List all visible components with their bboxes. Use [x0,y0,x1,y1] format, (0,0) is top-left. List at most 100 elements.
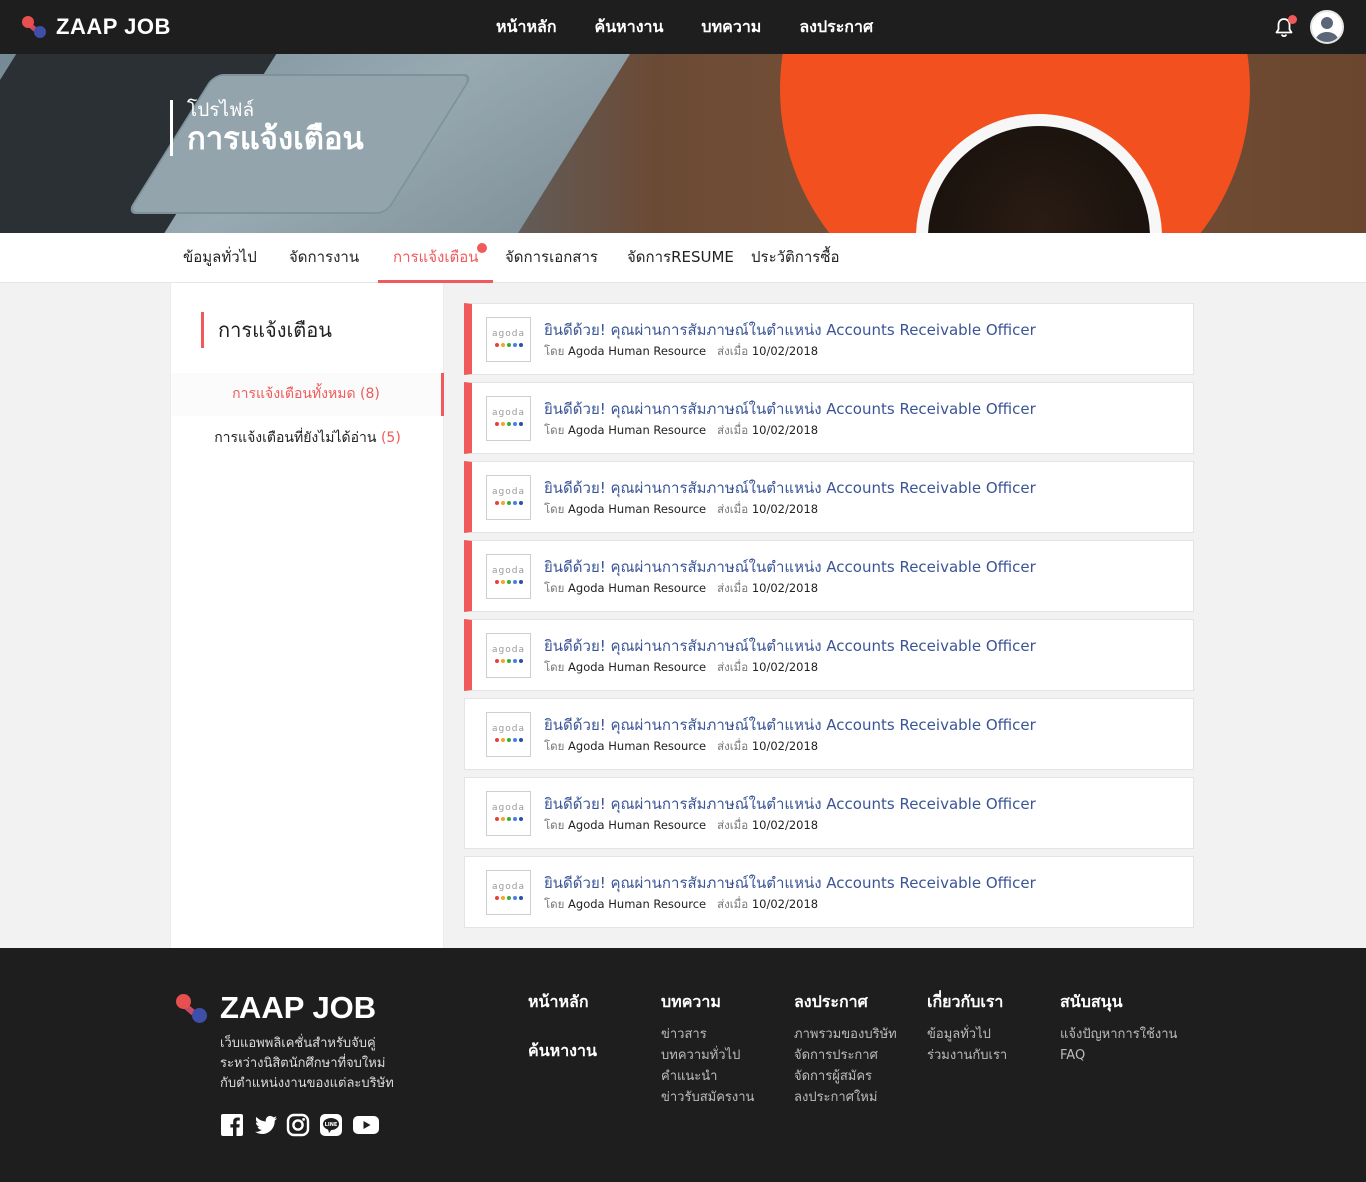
sent-date: 10/02/2018 [751,660,819,674]
notification-title[interactable]: ยินดีด้วย! คุณผ่านการสัมภาษณ์ในตำแหน่ง A… [544,397,1036,421]
sidebar-item-all-notifications[interactable]: การแจ้งเตือนทั้งหมด (8) [171,373,444,416]
tab-manage-resume[interactable]: จัดการRESUME [627,233,734,283]
footer-column-heading: บทความ [661,992,721,1011]
notification-title[interactable]: ยินดีด้วย! คุณผ่านการสัมภาษณ์ในตำแหน่ง A… [544,318,1036,342]
logo-dots [495,343,523,347]
twitter-icon[interactable] [253,1113,277,1137]
footer-link[interactable]: จัดการประกาศ [794,1045,897,1066]
instagram-icon[interactable] [286,1113,310,1137]
tab-purchase-history[interactable]: ประวัติการซื้อ [751,233,840,283]
sidebar-item-label: การแจ้งเตือนที่ยังไม่ได้อ่าน [214,430,377,446]
footer-link[interactable]: ภาพรวมของบริษัท [794,1024,897,1045]
sender-name: Agoda Human Resource [568,897,707,911]
notification-item[interactable]: agoda ยินดีด้วย! คุณผ่านการสัมภาษณ์ในตำแห… [464,382,1194,454]
company-logo: agoda [486,633,531,678]
notification-sidebar: การแจ้งเตือน การแจ้งเตือนทั้งหมด (8) การ… [170,283,444,948]
footer-link[interactable]: จัดการผู้สมัคร [794,1066,897,1087]
sender-name: Agoda Human Resource [568,660,707,674]
notification-item[interactable]: agoda ยินดีด้วย! คุณผ่านการสัมภาษณ์ในตำแห… [464,461,1194,533]
footer-column-about: เกี่ยวกับเรา ข้อมูลทั่วไป ร่วมงานกับเรา [927,990,1007,1066]
by-label: โดย [544,581,565,595]
company-logo: agoda [486,791,531,836]
notification-meta: โดย Agoda Human Resource ส่งเมื่อ 10/02/… [544,659,818,677]
tab-manage-documents[interactable]: จัดการเอกสาร [505,233,598,283]
footer-link-find-job[interactable]: ค้นหางาน [528,1039,597,1061]
sidebar-item-count: (5) [380,430,401,446]
brand-logo[interactable]: ZAAP JOB [22,14,171,40]
footer-brand[interactable]: ZAAP JOB [176,990,376,1026]
by-label: โดย [544,739,565,753]
company-logo-text: agoda [492,487,525,497]
by-label: โดย [544,660,565,674]
tab-notifications[interactable]: การแจ้งเตือน [378,233,493,283]
notification-meta: โดย Agoda Human Resource ส่งเมื่อ 10/02/… [544,343,818,361]
company-logo-text: agoda [492,882,525,892]
page-title: การแจ้งเตือน [187,121,364,157]
notification-item[interactable]: agoda ยินดีด้วย! คุณผ่านการสัมภาษณ์ในตำแห… [464,303,1194,375]
sent-label: ส่งเมื่อ [717,739,749,753]
brand-mark-icon [22,14,48,40]
notification-item[interactable]: agoda ยินดีด้วย! คุณผ่านการสัมภาษณ์ในตำแห… [464,619,1194,691]
footer-link[interactable]: ลงประกาศใหม่ [794,1087,897,1108]
footer-link[interactable]: ข่าวสาร [661,1024,754,1045]
top-navbar: ZAAP JOB หน้าหลัก ค้นหางาน บทความ ลงประก… [0,0,1366,54]
tab-general-info[interactable]: ข้อมูลทั่วไป [183,233,257,283]
sent-date: 10/02/2018 [751,423,819,437]
footer-link[interactable]: ข่าวรับสมัครงาน [661,1087,754,1108]
tab-notifications-label: การแจ้งเตือน [393,248,479,266]
nav-post-job[interactable]: ลงประกาศ [799,15,873,40]
notification-meta: โดย Agoda Human Resource ส่งเมื่อ 10/02/… [544,817,818,835]
notification-meta: โดย Agoda Human Resource ส่งเมื่อ 10/02/… [544,422,818,440]
notification-item[interactable]: agoda ยินดีด้วย! คุณผ่านการสัมภาษณ์ในตำแห… [464,540,1194,612]
footer-link[interactable]: บทความทั่วไป [661,1045,754,1066]
footer-description-line: กับตำแหน่งงานของแต่ละบริษัท [220,1076,394,1091]
youtube-icon[interactable] [352,1113,379,1137]
company-logo-text: agoda [492,566,525,576]
footer-link[interactable]: ร่วมงานกับเรา [927,1045,1007,1066]
company-logo: agoda [486,554,531,599]
sidebar-item-unread-notifications[interactable]: การแจ้งเตือนที่ยังไม่ได้อ่าน (5) [171,417,444,460]
nav-find-job[interactable]: ค้นหางาน [595,15,664,40]
facebook-icon[interactable] [220,1113,244,1137]
notification-meta: โดย Agoda Human Resource ส่งเมื่อ 10/02/… [544,738,818,756]
line-icon[interactable]: LINE [319,1113,343,1137]
sender-name: Agoda Human Resource [568,739,707,753]
footer-link[interactable]: แจ้งปัญหาการใช้งาน [1060,1024,1177,1045]
social-links: LINE [220,1113,385,1137]
notification-item[interactable]: agoda ยินดีด้วย! คุณผ่านการสัมภาษณ์ในตำแห… [464,698,1194,770]
company-logo: agoda [486,475,531,520]
tab-manage-jobs[interactable]: จัดการงาน [289,233,359,283]
notification-title[interactable]: ยินดีด้วย! คุณผ่านการสัมภาษณ์ในตำแหน่ง A… [544,476,1036,500]
footer-link[interactable]: FAQ [1060,1045,1177,1066]
company-logo: agoda [486,870,531,915]
nav-home[interactable]: หน้าหลัก [496,15,557,40]
notification-item[interactable]: agoda ยินดีด้วย! คุณผ่านการสัมภาษณ์ในตำแห… [464,777,1194,849]
sender-name: Agoda Human Resource [568,502,707,516]
notification-title[interactable]: ยินดีด้วย! คุณผ่านการสัมภาษณ์ในตำแหน่ง A… [544,713,1036,737]
by-label: โดย [544,344,565,358]
footer-column-heading: ลงประกาศ [794,992,868,1011]
footer-link-home[interactable]: หน้าหลัก [528,990,597,1012]
notification-title[interactable]: ยินดีด้วย! คุณผ่านการสัมภาษณ์ในตำแหน่ง A… [544,871,1036,895]
footer: ZAAP JOB เว็บแอพพลิเคชั่นสำหรับจับคู่ ระ… [0,948,1366,1182]
footer-link[interactable]: คำแนะนำ [661,1066,754,1087]
footer-main-links: หน้าหลัก ค้นหางาน [528,990,597,1073]
sender-name: Agoda Human Resource [568,344,707,358]
sent-date: 10/02/2018 [751,739,819,753]
company-logo-text: agoda [492,645,525,655]
logo-dots [495,580,523,584]
by-label: โดย [544,818,565,832]
company-logo-text: agoda [492,803,525,813]
notification-meta: โดย Agoda Human Resource ส่งเมื่อ 10/02/… [544,501,818,519]
footer-link[interactable]: ข้อมูลทั่วไป [927,1024,1007,1045]
notification-title[interactable]: ยินดีด้วย! คุณผ่านการสัมภาษณ์ในตำแหน่ง A… [544,792,1036,816]
company-logo-text: agoda [492,408,525,418]
nav-articles[interactable]: บทความ [701,15,761,40]
notification-title[interactable]: ยินดีด้วย! คุณผ่านการสัมภาษณ์ในตำแหน่ง A… [544,634,1036,658]
avatar[interactable] [1310,10,1344,44]
notification-title[interactable]: ยินดีด้วย! คุณผ่านการสัมภาษณ์ในตำแหน่ง A… [544,555,1036,579]
company-logo: agoda [486,712,531,757]
sent-label: ส่งเมื่อ [717,660,749,674]
brand-name: ZAAP JOB [56,14,171,39]
notification-item[interactable]: agoda ยินดีด้วย! คุณผ่านการสัมภาษณ์ในตำแห… [464,856,1194,928]
